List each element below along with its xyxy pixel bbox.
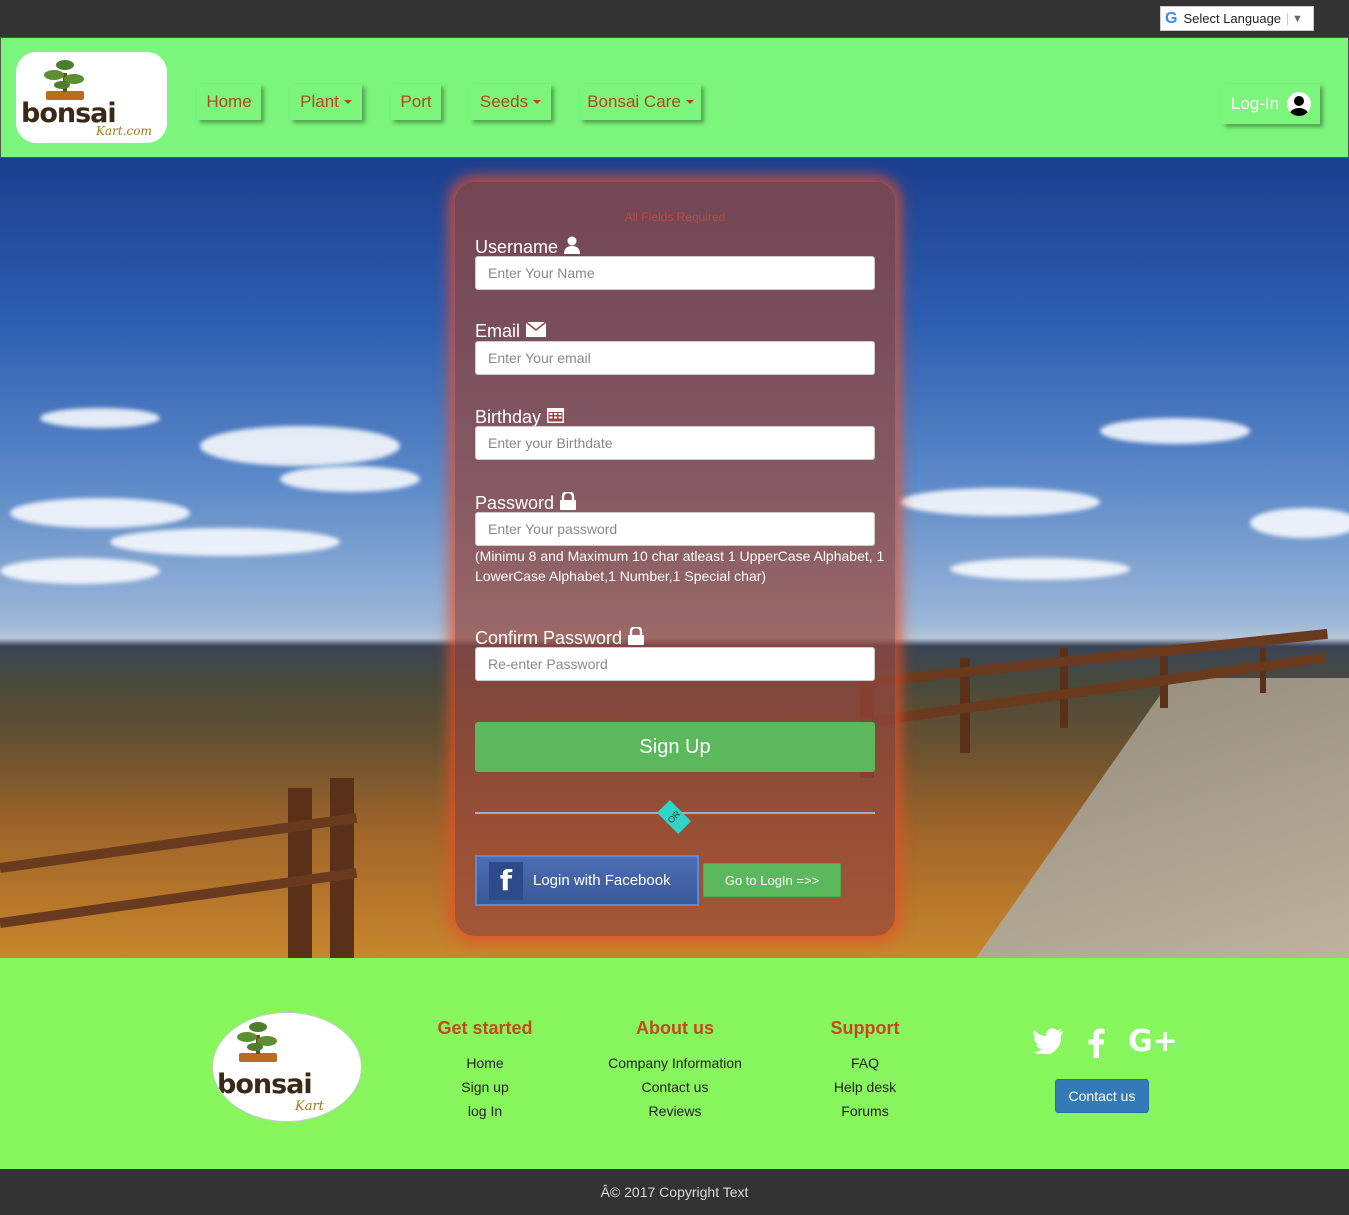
nav-port-label: Port (400, 92, 432, 111)
language-selector-label: Select Language (1183, 11, 1282, 26)
nav-seeds[interactable]: Seeds (470, 84, 551, 120)
or-badge: OR (657, 800, 691, 834)
footer: bonsai Kart Get started Home Sign up log… (0, 958, 1349, 1169)
footer-link-home[interactable]: Home (390, 1051, 580, 1075)
footer-link-reviews[interactable]: Reviews (580, 1099, 770, 1123)
footer-link-forums[interactable]: Forums (770, 1099, 960, 1123)
nav-plant[interactable]: Plant (290, 84, 362, 120)
footer-link-login[interactable]: log In (390, 1099, 580, 1123)
signup-button[interactable]: Sign Up (475, 722, 875, 772)
nav-plant-label: Plant (300, 92, 339, 111)
birthday-input[interactable] (475, 426, 875, 460)
footer-link-signup[interactable]: Sign up (390, 1075, 580, 1099)
logo[interactable]: bonsai Kart.com (16, 52, 167, 143)
footer-column-get-started: Get started Home Sign up log In (390, 1018, 580, 1123)
caret-down-icon (685, 100, 694, 104)
copyright-bar: Â© 2017 Copyright Text (0, 1169, 1349, 1215)
footer-link-help-desk[interactable]: Help desk (770, 1075, 960, 1099)
signup-button-label: Sign Up (639, 735, 711, 758)
footer-logo-text: bonsai (217, 1069, 313, 1100)
footer-column-support: Support FAQ Help desk Forums (770, 1018, 960, 1123)
calendar-icon (547, 406, 565, 428)
signup-form: All Fields Required Username Email Birth… (455, 182, 895, 936)
language-selector[interactable]: G Select Language ▼ (1160, 6, 1314, 31)
confirm-password-input[interactable] (475, 647, 875, 681)
username-label-text: Username (475, 237, 559, 257)
username-input[interactable] (475, 256, 875, 290)
footer-column-title: Support (830, 1018, 900, 1038)
password-label-text: Password (475, 493, 555, 513)
facebook-login-label: Login with Facebook (533, 872, 671, 889)
envelope-icon (525, 321, 547, 342)
bonsai-tree-icon (237, 1022, 277, 1062)
footer-logo[interactable]: bonsai Kart (212, 1012, 362, 1122)
required-note: All Fields Required (624, 210, 726, 224)
chevron-down-icon: ▼ (1287, 12, 1303, 25)
navbar: bonsai Kart.com Home Plant Port Seeds Bo… (0, 37, 1349, 158)
nav-port[interactable]: Port (391, 84, 441, 120)
footer-logo-subtext: Kart (295, 1099, 324, 1114)
birthday-label: Birthday (475, 406, 565, 428)
footer-column-about-us: About us Company Information Contact us … (580, 1018, 770, 1123)
caret-down-icon (343, 100, 352, 104)
confirm-password-label-text: Confirm Password (475, 628, 623, 648)
google-plus-icon[interactable]: G+ (1128, 1024, 1178, 1059)
birthday-label-text: Birthday (475, 406, 542, 427)
email-input[interactable] (475, 341, 875, 375)
google-icon: G (1165, 9, 1178, 27)
footer-column-title: Get started (437, 1018, 533, 1038)
copyright-text: Â© 2017 Copyright Text (600, 1184, 749, 1200)
password-input[interactable] (475, 512, 875, 546)
top-bar: G Select Language ▼ (0, 0, 1349, 37)
goto-login-button[interactable]: Go to LogIn =>> (703, 863, 841, 897)
contact-us-button[interactable]: Contact us (1055, 1079, 1149, 1113)
nav-login-label: Log-In (1230, 94, 1280, 113)
nav-seeds-label: Seeds (479, 92, 529, 111)
nav-bonsai-care[interactable]: Bonsai Care (580, 84, 701, 120)
contact-us-label: Contact us (1068, 1088, 1136, 1104)
twitter-icon[interactable] (1033, 1028, 1063, 1062)
email-label-text: Email (475, 321, 521, 341)
hero-background: All Fields Required Username Email Birth… (0, 158, 1349, 958)
facebook-login-button[interactable]: f Login with Facebook (475, 855, 699, 906)
footer-link-faq[interactable]: FAQ (770, 1051, 960, 1075)
nav-home[interactable]: Home (197, 84, 261, 120)
caret-down-icon (533, 100, 542, 104)
footer-link-contact-us[interactable]: Contact us (580, 1075, 770, 1099)
logo-subtext: Kart.com (96, 124, 152, 138)
email-label: Email (475, 321, 547, 342)
nav-home-label: Home (206, 92, 252, 111)
nav-login[interactable]: Log-In (1222, 84, 1320, 124)
goto-login-label: Go to LogIn =>> (724, 872, 820, 888)
facebook-icon: f (489, 861, 523, 900)
password-hint: (Minimu 8 and Maximum 10 char atleast 1 … (475, 548, 885, 584)
user-icon (1287, 92, 1312, 116)
footer-column-title: About us (636, 1018, 714, 1038)
facebook-icon[interactable] (1088, 1028, 1105, 1066)
footer-link-company-information[interactable]: Company Information (580, 1051, 770, 1075)
nav-bonsai-care-label: Bonsai Care (587, 92, 681, 111)
